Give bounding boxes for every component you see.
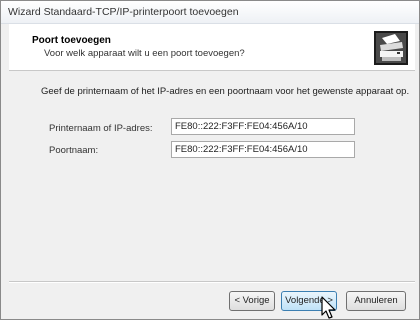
wizard-body bbox=[9, 71, 415, 281]
instruction-text: Geef de printernaam of het IP-adres en e… bbox=[41, 86, 410, 97]
port-name-input[interactable]: FE80::222:F3FF:FE04:456A/10 bbox=[171, 141, 355, 158]
cancel-button[interactable]: Annuleren bbox=[346, 291, 406, 311]
port-name-label: Poortnaam: bbox=[49, 145, 99, 156]
page-title: Poort toevoegen bbox=[32, 35, 111, 46]
printer-name-label: Printernaam of IP-adres: bbox=[49, 123, 153, 134]
page-subtitle: Voor welk apparaat wilt u een poort toev… bbox=[44, 48, 245, 59]
printer-name-input[interactable]: FE80::222:F3FF:FE04:456A/10 bbox=[171, 118, 355, 135]
window-title: Wizard Standaard-TCP/IP-printerpoort toe… bbox=[8, 6, 239, 18]
back-button[interactable]: < Vorige bbox=[229, 291, 275, 311]
wizard-header: Poort toevoegen Voor welk apparaat wilt … bbox=[9, 24, 415, 71]
title-bar[interactable]: Wizard Standaard-TCP/IP-printerpoort toe… bbox=[1, 1, 419, 24]
printer-icon bbox=[374, 31, 408, 65]
footer-divider bbox=[9, 281, 415, 283]
pointer-arrow-icon bbox=[321, 296, 336, 319]
wizard-window: Wizard Standaard-TCP/IP-printerpoort toe… bbox=[0, 0, 420, 320]
